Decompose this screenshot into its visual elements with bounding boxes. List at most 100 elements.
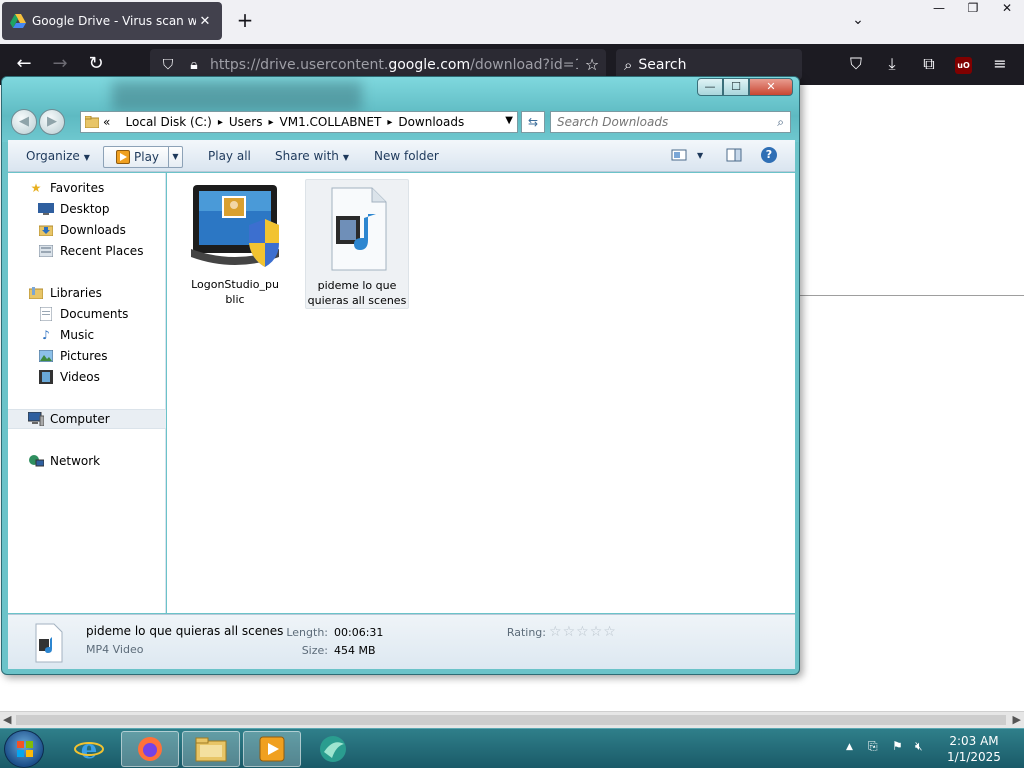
rating-label: Rating: [506, 626, 546, 639]
explorer-forward-button[interactable]: ▶ [39, 109, 65, 135]
breadcrumb-downloads[interactable]: Downloads [398, 115, 464, 129]
ublock-origin-icon[interactable]: uO [955, 57, 972, 74]
play-button[interactable]: Play ▼ [103, 146, 183, 168]
explorer-close-button[interactable]: ✕ [749, 78, 793, 96]
organize-button[interactable]: Organize ▼ [26, 140, 90, 172]
star-icon[interactable]: ☆ [563, 624, 577, 640]
details-pane: pideme lo que quieras all scenes MP4 Vid… [8, 614, 795, 669]
search-icon: ⌕ [624, 55, 633, 74]
breadcrumb-user[interactable]: VM1.COLLABNET [280, 115, 382, 129]
nav-pictures[interactable]: Pictures [38, 346, 108, 366]
star-icon[interactable]: ☆ [603, 624, 617, 640]
lock-icon[interactable]: 🔒︎ [184, 57, 204, 73]
extensions-icon[interactable]: ⧉ [917, 53, 941, 77]
minimize-button[interactable]: — [922, 0, 956, 18]
file-item-video[interactable]: pideme lo que quieras all scenes [305, 179, 409, 309]
breadcrumb-overflow[interactable]: « [103, 115, 110, 129]
taskbar-firefox[interactable] [121, 731, 179, 767]
nav-network[interactable]: Network [28, 451, 100, 471]
browser-tab-bar: Google Drive - Virus scan warni ✕ + ⌄ — … [0, 0, 1024, 44]
close-tab-icon[interactable]: ✕ [196, 14, 214, 29]
tracking-protection-icon[interactable]: ⛉ [158, 57, 178, 73]
address-dropdown-icon[interactable]: ▼ [505, 115, 513, 126]
taskbar-internet-explorer[interactable]: e [60, 731, 118, 767]
nav-libraries[interactable]: Libraries [28, 283, 102, 303]
new-tab-button[interactable]: + [234, 10, 256, 32]
view-options-dropdown-icon[interactable]: ▼ [697, 140, 703, 172]
star-icon[interactable]: ☆ [590, 624, 604, 640]
length-label: Length: [286, 626, 328, 639]
file-list: LogonStudio_pu blic pideme lo que quiera… [167, 173, 795, 613]
play-all-button[interactable]: Play all [208, 140, 251, 172]
breadcrumb-separator-icon[interactable]: ▸ [268, 117, 273, 128]
videos-icon [38, 370, 54, 384]
search-downloads-field[interactable]: ⌕ [550, 111, 791, 133]
list-all-tabs-button[interactable]: ⌄ [848, 12, 868, 32]
breadcrumb-users[interactable]: Users [229, 115, 263, 129]
documents-icon [38, 307, 54, 321]
new-folder-button[interactable]: New folder [374, 140, 439, 172]
scrollbar-thumb[interactable] [16, 715, 1006, 725]
length-value: 00:06:31 [334, 626, 384, 639]
nav-recent-places[interactable]: Recent Places [38, 241, 143, 261]
downloads-icon[interactable]: ⤓ [880, 53, 904, 77]
nav-desktop[interactable]: Desktop [38, 199, 110, 219]
maximize-button[interactable]: ❐ [956, 0, 990, 18]
url-text[interactable]: https://drive.usercontent.google.com/dow… [210, 57, 578, 73]
scroll-right-icon[interactable]: ▶ [1013, 713, 1021, 726]
help-icon[interactable]: ? [761, 147, 777, 163]
internet-explorer-icon: e [74, 735, 104, 764]
forward-button[interactable]: → [48, 53, 72, 77]
network-tray-icon[interactable]: ⎘ [868, 739, 878, 754]
close-window-button[interactable]: ✕ [990, 0, 1024, 18]
size-value: 454 MB [334, 644, 376, 657]
browser-tab[interactable]: Google Drive - Virus scan warni ✕ [2, 2, 222, 40]
pictures-icon [38, 349, 54, 363]
preview-pane-icon[interactable] [726, 148, 742, 162]
star-icon[interactable]: ☆ [576, 624, 590, 640]
breadcrumb-separator-icon[interactable]: ▸ [387, 117, 392, 128]
clock[interactable]: 2:03 AM 1/1/2025 [934, 733, 1014, 765]
nav-music[interactable]: ♪ Music [38, 325, 94, 345]
volume-muted-icon[interactable]: 🔇︎ [915, 739, 923, 754]
explorer-back-button[interactable]: ◀ [11, 109, 37, 135]
nav-downloads[interactable]: Downloads [38, 220, 126, 240]
star-icon: ★ [30, 181, 42, 195]
nav-computer[interactable]: Computer [8, 409, 166, 429]
rating-stars[interactable]: ☆☆☆☆☆ [549, 624, 617, 640]
taskbar-app[interactable] [304, 731, 362, 767]
reload-button[interactable]: ↻ [84, 53, 108, 77]
share-with-button[interactable]: Share with ▼ [275, 140, 349, 172]
star-icon[interactable]: ☆ [549, 624, 563, 640]
downloads-folder-icon [38, 223, 54, 237]
scroll-left-icon[interactable]: ◀ [3, 713, 11, 726]
menu-icon[interactable]: ≡ [988, 53, 1012, 77]
play-dropdown-icon[interactable]: ▼ [168, 147, 182, 167]
file-item-logonstudio[interactable]: LogonStudio_pu blic [183, 179, 287, 309]
nav-favorites[interactable]: ★ Favorites [28, 178, 105, 198]
action-center-flag-icon[interactable]: ⚑ [892, 739, 903, 753]
pocket-icon[interactable]: ⛉ [844, 53, 868, 77]
taskbar-media-player[interactable] [243, 731, 301, 767]
breadcrumb-local-disk[interactable]: Local Disk (C:) [126, 115, 212, 129]
horizontal-scrollbar[interactable]: ◀ ▶ [0, 711, 1024, 728]
start-button[interactable] [4, 730, 44, 768]
nav-documents[interactable]: Documents [38, 304, 128, 324]
show-hidden-icons-icon[interactable]: ▲ [846, 742, 853, 752]
taskbar-explorer[interactable] [182, 731, 240, 767]
explorer-minimize-button[interactable]: — [697, 78, 723, 96]
search-icon[interactable]: ⌕ [777, 115, 784, 130]
taskbar: e ▲ ⎘ ⚑ 🔇︎ 2:03 AM 1/1/2025 [0, 728, 1024, 768]
address-bar[interactable]: « Local Disk (C:) ▸ Users ▸ VM1.COLLABNE… [80, 111, 518, 133]
selected-file-thumbnail-icon [35, 623, 63, 663]
explorer-maximize-button[interactable]: ☐ [723, 78, 749, 96]
bookmark-star-icon[interactable]: ☆ [578, 55, 606, 74]
back-button[interactable]: ← [12, 53, 36, 77]
refresh-button[interactable]: ⇆ [521, 111, 545, 133]
search-downloads-input[interactable] [557, 115, 757, 129]
folder-icon [85, 116, 99, 128]
breadcrumb-separator-icon[interactable]: ▸ [218, 117, 223, 128]
mp4-video-icon [331, 187, 387, 271]
nav-videos[interactable]: Videos [38, 367, 100, 387]
change-view-icon[interactable] [671, 148, 687, 162]
